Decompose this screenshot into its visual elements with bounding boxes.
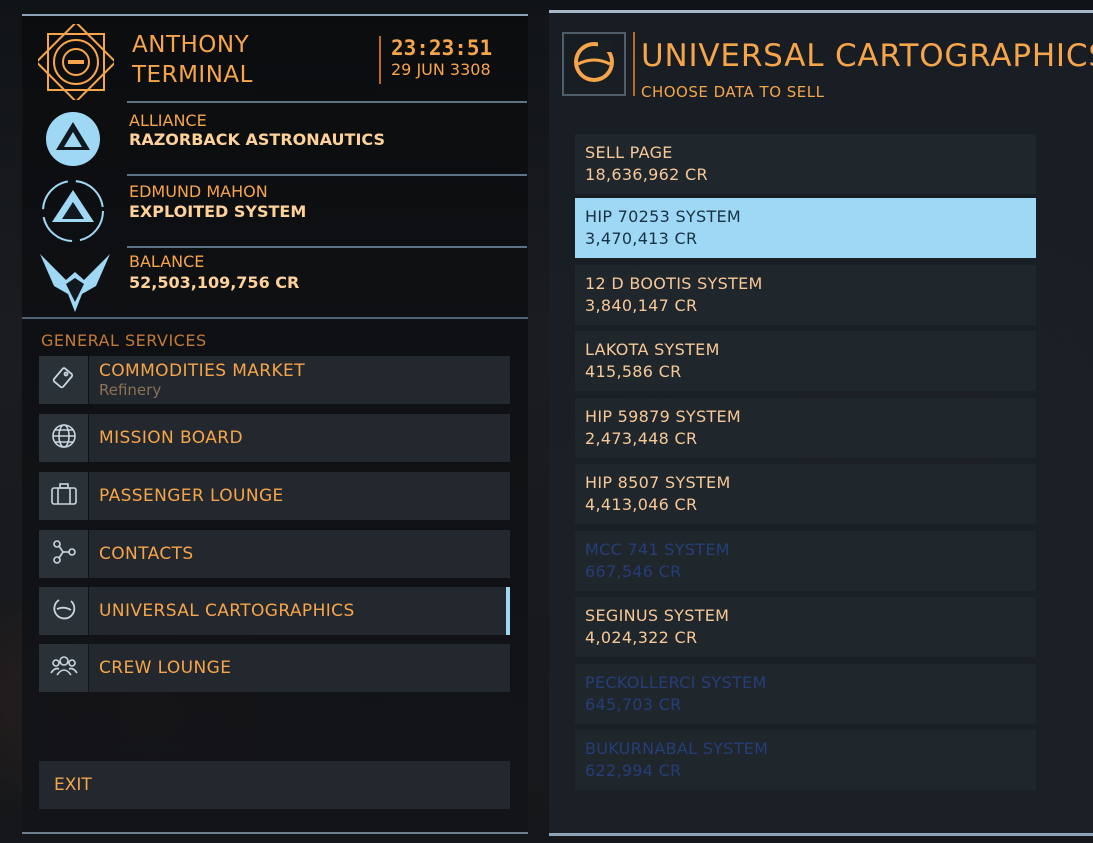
service-label: UNIVERSAL CARTOGRAPHICS xyxy=(99,601,355,621)
system-value: 18,636,962 CR xyxy=(585,165,708,184)
service-label: PASSENGER LOUNGE xyxy=(99,486,284,506)
service-crew-lounge[interactable]: CREW LOUNGE xyxy=(39,644,510,692)
exit-label: EXIT xyxy=(54,775,92,795)
service-contacts[interactable]: CONTACTS xyxy=(39,530,510,578)
commander-name: ANTHONY TERMINAL xyxy=(132,32,253,88)
tag-icon xyxy=(51,365,77,395)
balance-label: BALANCE xyxy=(129,252,205,271)
system-data-row[interactable]: 12 D BOOTIS SYSTEM 3,840,147 CR xyxy=(575,265,1036,325)
system-value: 622,994 CR xyxy=(585,761,682,780)
service-label: COMMODITIES MARKET xyxy=(99,360,305,381)
system-value: 2,473,448 CR xyxy=(585,429,698,448)
system-value: 415,586 CR xyxy=(585,362,682,381)
globe-icon xyxy=(51,423,77,453)
divider xyxy=(127,174,527,176)
balance-value: 52,503,109,756 CR xyxy=(129,273,300,292)
cartographics-panel: UNIVERSAL CARTOGRAPHICS CHOOSE DATA TO S… xyxy=(549,10,1093,836)
time-display: 23:23:51 xyxy=(391,36,493,60)
cartographics-logo xyxy=(562,32,626,96)
service-passenger-lounge[interactable]: PASSENGER LOUNGE xyxy=(39,472,510,520)
system-name: SELL PAGE xyxy=(585,143,673,162)
system-name: HIP 8507 SYSTEM xyxy=(585,473,731,492)
system-value: 4,024,322 CR xyxy=(585,628,698,647)
system-name: PECKOLLERCI SYSTEM xyxy=(585,673,767,692)
service-commodities-market[interactable]: COMMODITIES MARKET Refinery xyxy=(39,356,510,404)
system-name: BUKURNABAL SYSTEM xyxy=(585,739,769,758)
system-data-row[interactable]: HIP 70253 SYSTEM 3,470,413 CR xyxy=(575,198,1036,258)
service-sublabel: Refinery xyxy=(99,380,162,399)
crew-icon xyxy=(49,653,78,683)
cartographics-title: UNIVERSAL CARTOGRAPHICS xyxy=(641,38,1093,74)
clock: 23:23:51 29 JUN 3308 xyxy=(379,36,492,84)
system-value: 4,413,046 CR xyxy=(585,495,698,514)
system-name: HIP 70253 SYSTEM xyxy=(585,207,742,226)
service-label: MISSION BOARD xyxy=(99,428,243,448)
station-services-panel: ANTHONY TERMINAL 23:23:51 29 JUN 3308 AL… xyxy=(22,14,528,834)
system-value: 667,546 CR xyxy=(585,562,682,581)
network-icon xyxy=(50,538,78,570)
sell-page-row[interactable]: SELL PAGE 18,636,962 CR xyxy=(575,134,1036,194)
system-name: MCC 741 SYSTEM xyxy=(585,540,730,559)
alliance-value: RAZORBACK ASTRONAUTICS xyxy=(129,130,385,149)
date-display: 29 JUN 3308 xyxy=(391,60,491,79)
system-value: 3,840,147 CR xyxy=(585,296,698,315)
system-data-row[interactable]: PECKOLLERCI SYSTEM 645,703 CR xyxy=(575,664,1036,724)
cartographics-subtitle: CHOOSE DATA TO SELL xyxy=(641,83,825,101)
planet-icon xyxy=(51,596,77,626)
faction-emblem-icon xyxy=(34,20,118,104)
alliance-label: ALLIANCE xyxy=(129,111,207,130)
service-label: CREW LOUNGE xyxy=(99,658,232,678)
system-name: 12 D BOOTIS SYSTEM xyxy=(585,274,763,293)
rank-wings-icon xyxy=(36,250,114,316)
system-value: 645,703 CR xyxy=(585,695,682,714)
planet-icon xyxy=(570,38,618,90)
system-data-row[interactable]: LAKOTA SYSTEM 415,586 CR xyxy=(575,331,1036,391)
system-name: LAKOTA SYSTEM xyxy=(585,340,720,359)
system-name: HIP 59879 SYSTEM xyxy=(585,407,742,426)
system-data-row[interactable]: BUKURNABAL SYSTEM 622,994 CR xyxy=(575,730,1036,790)
system-value: 3,470,413 CR xyxy=(585,229,698,248)
general-services-heading: GENERAL SERVICES xyxy=(41,331,207,350)
system-data-row[interactable]: HIP 8507 SYSTEM 4,413,046 CR xyxy=(575,464,1036,524)
system-data-row[interactable]: SEGINUS SYSTEM 4,024,322 CR xyxy=(575,597,1036,657)
cartographics-header: UNIVERSAL CARTOGRAPHICS CHOOSE DATA TO S… xyxy=(633,32,1093,101)
system-data-row[interactable]: HIP 59879 SYSTEM 2,473,448 CR xyxy=(575,398,1036,458)
service-label: CONTACTS xyxy=(99,544,194,564)
suitcase-icon xyxy=(50,482,78,510)
divider xyxy=(22,317,528,319)
exit-button[interactable]: EXIT xyxy=(39,761,510,809)
alliance-icon xyxy=(44,110,102,168)
service-universal-cartographics[interactable]: UNIVERSAL CARTOGRAPHICS xyxy=(39,587,510,635)
divider xyxy=(127,101,527,103)
divider xyxy=(127,246,527,248)
system-name: SEGINUS SYSTEM xyxy=(585,606,730,625)
service-mission-board[interactable]: MISSION BOARD xyxy=(39,414,510,462)
power-value: EXPLOITED SYSTEM xyxy=(129,202,307,221)
power-icon xyxy=(40,178,106,244)
power-label: EDMUND MAHON xyxy=(129,182,268,201)
system-data-row[interactable]: MCC 741 SYSTEM 667,546 CR xyxy=(575,531,1036,591)
